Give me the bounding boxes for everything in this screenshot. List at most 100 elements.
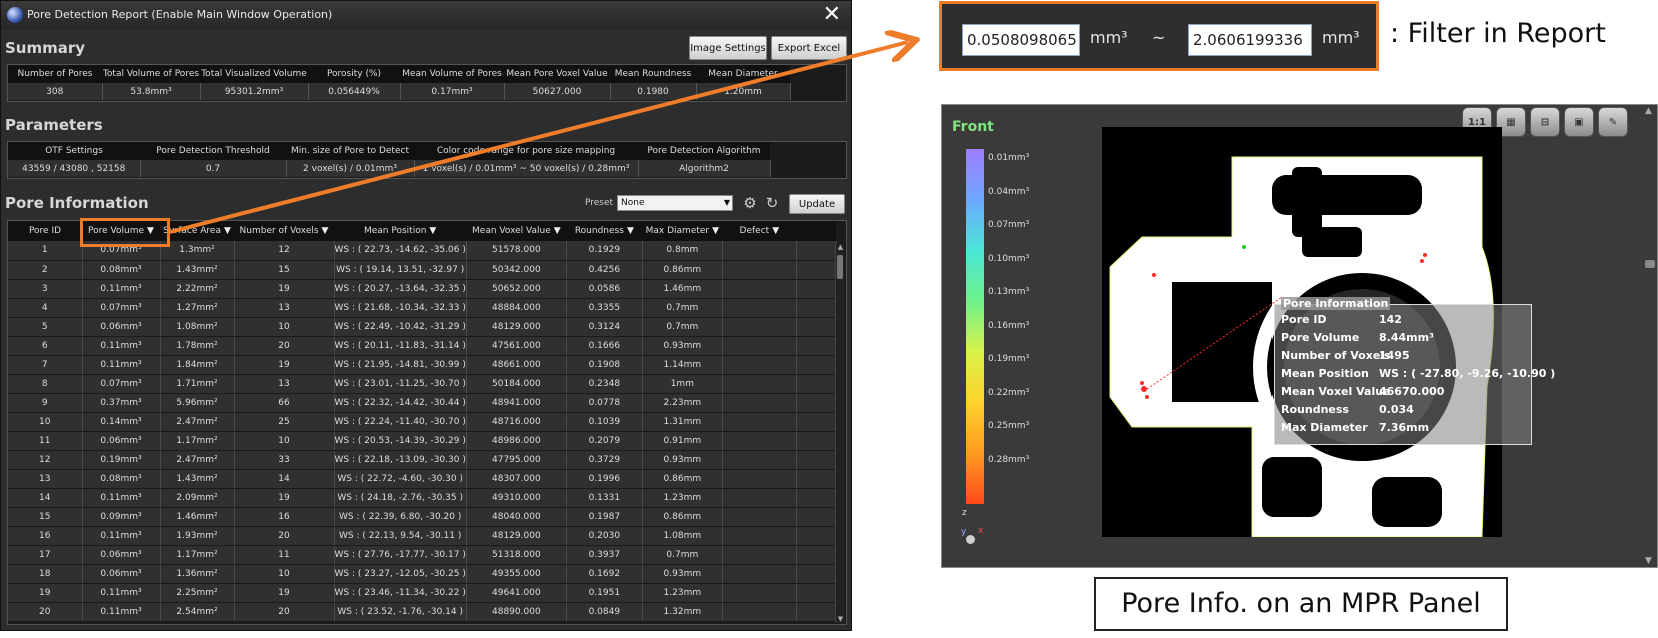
- summary-cell: 1.20mm: [696, 83, 791, 100]
- table-cell: 33: [234, 450, 335, 470]
- table-row[interactable]: 16 0.11mm³ 1.93mm² 20 WS : ( 22.13, 9.54, -3…: [8, 526, 837, 546]
- update-button[interactable]: Update: [789, 194, 845, 214]
- max-volume-input[interactable]: 2.0606199336: [1188, 24, 1312, 56]
- table-cell: 15: [8, 507, 83, 527]
- column-header-label: Surface Area: [163, 226, 221, 236]
- pin-icon[interactable]: ✎: [1598, 107, 1628, 137]
- table-row[interactable]: 7 0.11mm³ 1.84mm² 19 WS : ( 21.95, -14.81, -…: [8, 355, 837, 375]
- table-row[interactable]: 14 0.11mm³ 2.09mm² 19 WS : ( 24.18, -2.76, -…: [8, 488, 837, 508]
- table-cell: 0.11mm³: [82, 583, 161, 603]
- table-cell: 20: [8, 602, 83, 622]
- table-cell: 49310.000: [466, 488, 567, 508]
- mpr-scroll-thumb[interactable]: [1645, 260, 1655, 268]
- table-row[interactable]: 17 0.06mm³ 1.17mm² 11 WS : ( 27.76, -17.77, …: [8, 545, 837, 565]
- table-cell-filler: [796, 393, 837, 413]
- table-cell: 66: [234, 393, 335, 413]
- image-settings-button[interactable]: Image Settings: [689, 36, 767, 60]
- table-cell: 13: [234, 374, 335, 394]
- pore-column-header[interactable]: Pore ID: [8, 221, 82, 241]
- scroll-up-icon[interactable]: ▲: [1645, 106, 1652, 116]
- colorbar-tick-label: 0.07mm³: [988, 220, 1030, 230]
- table-cell: 0.93mm: [642, 450, 723, 470]
- mpr-scrollbar[interactable]: ▲ ▼: [1643, 105, 1657, 567]
- table-row[interactable]: 3 0.11mm³ 2.22mm² 19 WS : ( 20.27, -13.64, -…: [8, 279, 837, 299]
- pore-column-header[interactable]: Max Diameter ▼: [642, 221, 723, 241]
- table-row[interactable]: 12 0.19mm³ 2.47mm² 33 WS : ( 22.18, -13.09, …: [8, 450, 837, 470]
- pore-column-header[interactable]: Number of Voxels ▼: [234, 221, 334, 241]
- settings-gear-icon[interactable]: ⚙: [741, 194, 759, 212]
- filter-icon[interactable]: ▼: [224, 226, 231, 236]
- colorbar-tick-label: 0.13mm³: [988, 287, 1030, 297]
- table-row[interactable]: 8 0.07mm³ 1.71mm² 13 WS : ( 23.01, -11.25, -…: [8, 374, 837, 394]
- table-row[interactable]: 10 0.14mm³ 2.47mm² 25 WS : ( 22.24, -11.40, …: [8, 412, 837, 432]
- table-cell: 0.86mm: [642, 469, 723, 489]
- table-cell: 5: [8, 317, 83, 337]
- table-cell: 11: [234, 545, 335, 565]
- table-cell-filler: [796, 526, 837, 546]
- pore-column-header[interactable]: Defect ▼: [722, 221, 797, 241]
- close-icon[interactable]: ✕: [823, 2, 841, 27]
- table-cell: 19: [234, 355, 335, 375]
- preset-value: None: [621, 198, 645, 208]
- pore-column-header[interactable]: Mean Voxel Value ▼: [466, 221, 567, 241]
- table-cell: WS : ( 22.39, 6.80, -30.20 ): [334, 507, 467, 527]
- axis-origin-icon: [966, 535, 975, 544]
- summary-cell: 53.8mm³: [102, 83, 201, 100]
- pore-table-scrollbar[interactable]: ▲ ▼: [835, 243, 844, 623]
- filter-icon[interactable]: ▼: [322, 226, 329, 236]
- summary-column-header: Number of Pores: [8, 65, 102, 83]
- table-cell: 0.93mm: [642, 336, 723, 356]
- tooltip-row-value: 46670.000: [1379, 385, 1445, 398]
- preset-dropdown[interactable]: None ▼: [617, 195, 733, 211]
- summary-column-header: Mean Diameter: [696, 65, 790, 83]
- pore-column-header[interactable]: Surface Area ▼: [160, 221, 234, 241]
- table-cell: 48941.000: [466, 393, 567, 413]
- table-row[interactable]: 20 0.11mm³ 2.54mm² 20 WS : ( 23.52, -1.76, -…: [8, 602, 837, 622]
- table-row[interactable]: 4 0.07mm³ 1.27mm² 13 WS : ( 21.68, -10.34, -…: [8, 298, 837, 318]
- table-cell: WS : ( 24.18, -2.76, -30.35 ): [334, 488, 467, 508]
- table-cell: 2.47mm²: [160, 412, 235, 432]
- table-cell: 48307.000: [466, 469, 567, 489]
- table-cell: 3: [8, 279, 83, 299]
- table-cell: 0.86mm: [642, 260, 723, 280]
- pore-column-header[interactable]: Roundness ▼: [566, 221, 643, 241]
- scroll-thumb[interactable]: [837, 255, 843, 279]
- pore-column-header[interactable]: Mean Position ▼: [334, 221, 467, 241]
- scroll-up-icon[interactable]: ▲: [836, 243, 845, 251]
- table-cell: 1.27mm²: [160, 298, 235, 318]
- table-cell: 0.1987: [566, 507, 643, 527]
- colorbar-tick-label: 0.01mm³: [988, 153, 1030, 163]
- table-row[interactable]: 15 0.09mm³ 1.46mm² 16 WS : ( 22.39, 6.80, -3…: [8, 507, 837, 527]
- summary-cell: 0.17mm³: [400, 83, 505, 100]
- min-volume-input[interactable]: 0.0508098065: [962, 24, 1080, 56]
- pore-info-tooltip: Pore Information Pore ID 142 Pore Volume 8.…: [1274, 297, 1555, 445]
- scroll-down-icon[interactable]: ▼: [836, 615, 845, 623]
- filter-icon[interactable]: ▼: [712, 226, 719, 236]
- table-row[interactable]: 18 0.06mm³ 1.36mm² 10 WS : ( 23.27, -12.05, …: [8, 564, 837, 584]
- table-row[interactable]: 2 0.08mm³ 1.43mm² 15 WS : ( 19.14, 13.51, -3…: [8, 260, 837, 280]
- table-cell: 1.17mm²: [160, 545, 235, 565]
- filter-icon[interactable]: ▼: [772, 226, 779, 236]
- table-cell: 0.1996: [566, 469, 643, 489]
- scroll-down-icon[interactable]: ▼: [1645, 556, 1652, 566]
- volume-view-icon[interactable]: ▣: [1564, 107, 1594, 137]
- table-cell: 12: [234, 241, 335, 261]
- table-row[interactable]: 11 0.06mm³ 1.17mm² 10 WS : ( 20.53, -14.39, …: [8, 431, 837, 451]
- table-cell: 0.0586: [566, 279, 643, 299]
- filter-icon[interactable]: ▼: [627, 226, 634, 236]
- table-row[interactable]: 13 0.08mm³ 1.43mm² 14 WS : ( 22.72, -4.60, -…: [8, 469, 837, 489]
- table-row[interactable]: 9 0.37mm³ 5.96mm² 66 WS : ( 22.32, -14.42, -…: [8, 393, 837, 413]
- export-excel-button[interactable]: Export Excel: [771, 36, 847, 60]
- table-row[interactable]: 5 0.06mm³ 1.08mm² 10 WS : ( 22.49, -10.42, -…: [8, 317, 837, 337]
- filter-icon[interactable]: ▼: [429, 226, 436, 236]
- table-cell: 20: [234, 336, 335, 356]
- table-cell: 0.08mm³: [82, 260, 161, 280]
- colorbar-tick-label: 0.16mm³: [988, 320, 1030, 331]
- colorbar-tick-label: 0.22mm³: [988, 387, 1030, 398]
- table-row[interactable]: 19 0.11mm³ 2.25mm² 19 WS : ( 23.46, -11.34, …: [8, 583, 837, 603]
- refresh-icon[interactable]: ↻: [763, 194, 781, 212]
- table-cell: 17: [8, 545, 83, 565]
- filter-icon[interactable]: ▼: [554, 226, 561, 236]
- mpr-view-icon[interactable]: ⊟: [1530, 107, 1560, 137]
- table-row[interactable]: 6 0.11mm³ 1.78mm² 20 WS : ( 20.11, -11.83, -…: [8, 336, 837, 356]
